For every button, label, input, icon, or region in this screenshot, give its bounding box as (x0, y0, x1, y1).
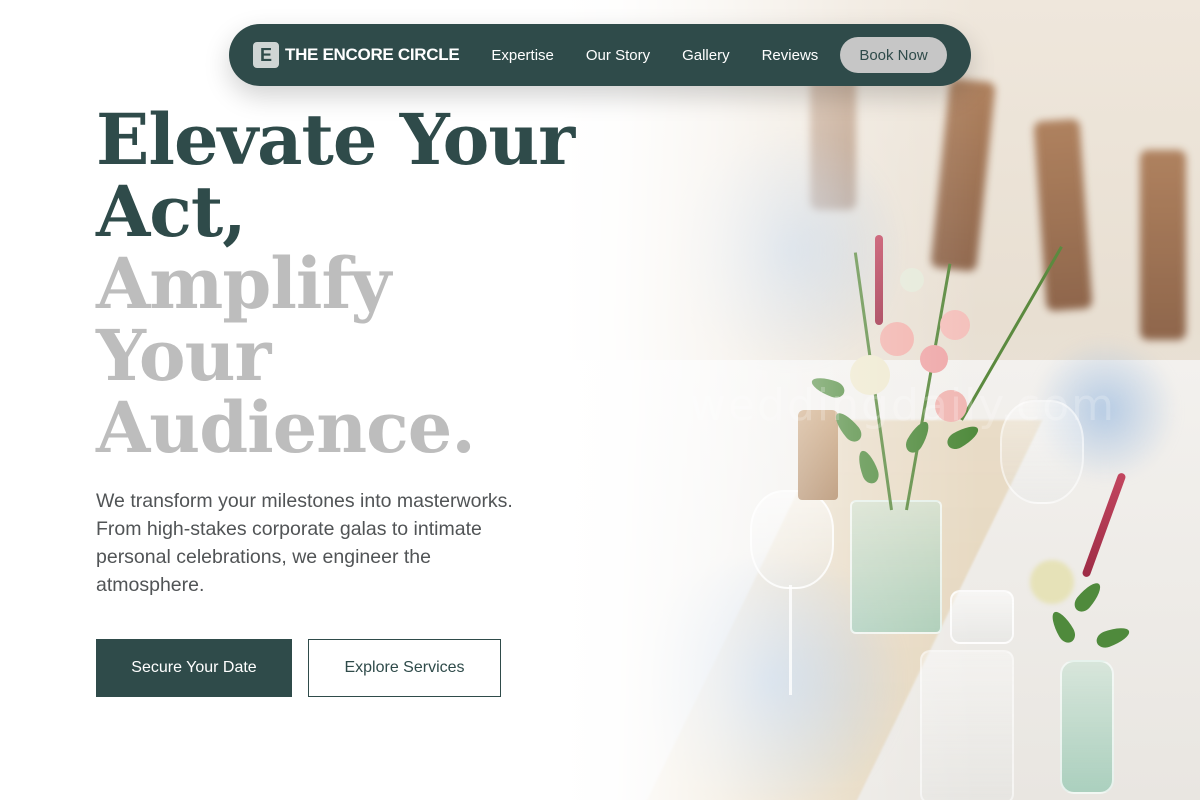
logo-mark-icon: E (253, 42, 279, 68)
image-fade-overlay (560, 0, 980, 800)
headline-line: Your (96, 314, 271, 397)
bud-vase (1060, 660, 1114, 794)
explore-services-button[interactable]: Explore Services (308, 639, 501, 697)
headline-line: Audience. (96, 386, 476, 469)
headline-line: Act, (96, 170, 247, 253)
book-now-button[interactable]: Book Now (840, 37, 947, 73)
nav-link-reviews[interactable]: Reviews (762, 47, 819, 64)
nav-link-gallery[interactable]: Gallery (682, 47, 730, 64)
hero-headline: Elevate Your Act, Amplify Your Audience. (96, 98, 575, 469)
brand-name: THE ENCORE CIRCLE (285, 45, 460, 64)
chair-shape (1140, 150, 1186, 340)
hero-subcopy: We transform your milestones into master… (96, 490, 513, 596)
wildflower-cluster (1030, 560, 1074, 604)
top-navbar: E THE ENCORE CIRCLE Expertise Our Story … (229, 24, 971, 86)
nav-link-expertise[interactable]: Expertise (491, 47, 554, 64)
nav-link-our-story[interactable]: Our Story (586, 47, 650, 64)
secure-your-date-button[interactable]: Secure Your Date (96, 639, 292, 697)
headline-line: Elevate Your (96, 98, 575, 181)
nav-links: Expertise Our Story Gallery Reviews (491, 47, 818, 64)
brand-logo[interactable]: E THE ENCORE CIRCLE (253, 42, 460, 68)
headline-line: Amplify (96, 242, 391, 325)
